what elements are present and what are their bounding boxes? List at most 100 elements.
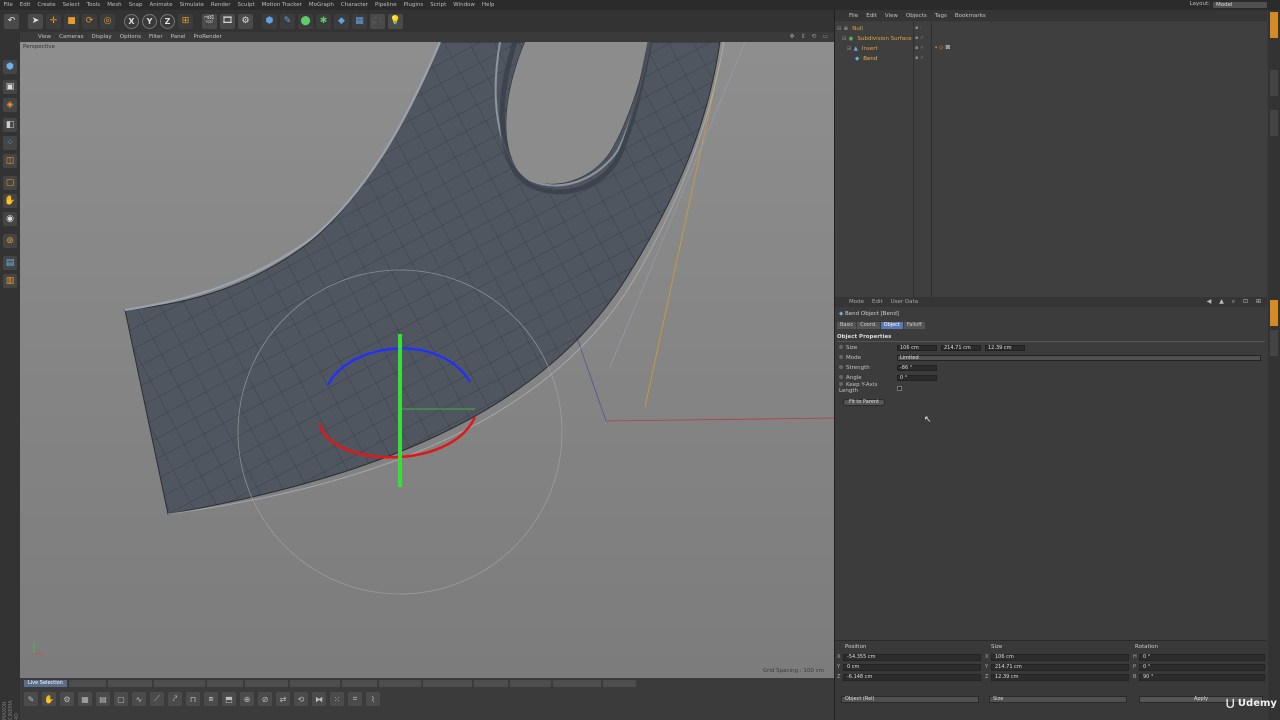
bottom-tab-2[interactable] <box>107 680 152 687</box>
bottom-tab-3[interactable] <box>153 680 205 687</box>
viewport-nav-icons[interactable]: ✥ ⇕ ⟲ ▭ <box>790 33 830 40</box>
menu-item-12[interactable]: MoGraph <box>305 2 337 8</box>
array-icon[interactable]: ⁙ <box>330 692 344 706</box>
bottom-tab-4[interactable] <box>206 680 243 687</box>
bottom-tab-5[interactable] <box>244 680 288 687</box>
am-menu-item-0[interactable]: Mode <box>845 299 868 305</box>
coord-size-select[interactable]: Size <box>989 696 1127 703</box>
scale-icon[interactable]: ■ <box>64 13 79 29</box>
om-menu-item-1[interactable]: Edit <box>862 13 881 19</box>
viewport-menu-item-4[interactable]: Filter <box>145 34 167 40</box>
bottom-tab-1[interactable] <box>68 680 106 687</box>
menu-item-10[interactable]: Sculpt <box>234 2 258 8</box>
bridge-icon[interactable]: ⊓ <box>186 692 200 706</box>
pos-z-field[interactable]: -6.148 cm <box>843 674 981 681</box>
layer-icon[interactable]: ▤ <box>96 692 110 706</box>
spline-icon[interactable]: ⌇ <box>366 692 380 706</box>
rot-h-field[interactable]: 0 ° <box>1139 654 1265 661</box>
bend-flags[interactable]: ▪ ✓ <box>915 55 924 61</box>
attributes-tab[interactable] <box>1270 300 1278 326</box>
mode-select[interactable]: Limited <box>897 355 1261 361</box>
attribute-nav-icons[interactable]: ◀ ▲ ⌕ ⊡ ⊞ <box>1207 298 1264 306</box>
object-row-null[interactable]: ⊟ ⊕ Null <box>837 24 863 33</box>
menu-item-17[interactable]: Window <box>450 2 479 8</box>
menu-item-11[interactable]: Motion Tracker <box>258 2 305 8</box>
material-tag-icon[interactable]: ⬩ ⬦ ⊠ <box>935 44 950 52</box>
object-row-bend[interactable]: ◆ Bend <box>837 54 877 63</box>
menu-item-6[interactable]: Snap <box>125 2 146 8</box>
menu-item-5[interactable]: Mesh <box>104 2 125 8</box>
om-menu-item-2[interactable]: View <box>881 13 902 19</box>
camera-icon[interactable]: 🎥 <box>370 13 385 29</box>
make-editable-icon[interactable]: ⬢ <box>3 60 17 74</box>
bottom-tab-13[interactable] <box>602 680 636 687</box>
bottom-tab-10[interactable] <box>473 680 508 687</box>
render-picture-viewer-icon[interactable]: 🎞 <box>220 13 235 29</box>
snap-icon[interactable]: ⊛ <box>3 234 17 248</box>
bottom-tab-12[interactable] <box>552 680 601 687</box>
menu-item-13[interactable]: Character <box>337 2 371 8</box>
coord-mode-select[interactable]: Object (Rel) <box>841 696 979 703</box>
menu-item-1[interactable]: Edit <box>16 2 34 8</box>
knife-icon[interactable]: ⟋ <box>150 692 164 706</box>
weld-icon[interactable]: ⊕ <box>240 692 254 706</box>
subdivision-icon[interactable]: ⬤ <box>298 13 313 29</box>
object-row-insert[interactable]: ⊟ ▲ Insert <box>837 44 878 53</box>
attribute-tab-coord[interactable]: Coord. <box>857 322 880 329</box>
om-menu-item-4[interactable]: Tags <box>931 13 951 19</box>
gear-icon[interactable]: ⚙ <box>60 692 74 706</box>
layout-select[interactable]: Model <box>1212 1 1268 9</box>
insert-flags[interactable]: ▪ ✓ <box>915 45 924 51</box>
size-y-field[interactable]: 214.71 cm <box>991 664 1129 671</box>
solo-icon[interactable]: ▤ <box>3 256 17 270</box>
bottom-tab-6[interactable] <box>289 680 340 687</box>
polygons-mode-icon[interactable]: ▢ <box>3 176 17 190</box>
angle-field[interactable]: 0 ° <box>897 375 937 381</box>
size-x-field[interactable]: 106 cm <box>897 345 937 351</box>
menu-item-0[interactable]: File <box>0 2 16 8</box>
menu-item-8[interactable]: Simulate <box>176 2 207 8</box>
bottom-tab-7[interactable] <box>341 680 377 687</box>
attribute-tab-falloff[interactable]: Falloff <box>903 322 925 329</box>
menu-item-3[interactable]: Select <box>59 2 83 8</box>
rot-p-field[interactable]: 0 ° <box>1139 664 1265 671</box>
viewport-menu-item-6[interactable]: ProRender <box>190 34 226 40</box>
loop-icon[interactable]: ⟲ <box>294 692 308 706</box>
path-icon[interactable]: ⤤ <box>168 692 182 706</box>
viewport-menu-item-2[interactable]: Display <box>88 34 116 40</box>
pos-x-field[interactable]: -54.355 cm <box>843 654 981 661</box>
spline-pen-icon[interactable]: ✎ <box>280 13 295 29</box>
light-icon[interactable]: 💡 <box>388 13 403 29</box>
cube-icon[interactable]: ⬢ <box>262 13 277 29</box>
menu-item-14[interactable]: Pipeline <box>372 2 401 8</box>
floor-icon[interactable]: ▦ <box>352 13 367 29</box>
size-y-field[interactable]: 214.71 cm <box>941 345 981 351</box>
render-settings-icon[interactable]: ⚙ <box>238 13 253 29</box>
matrix-icon[interactable]: ⌗ <box>348 692 362 706</box>
texture-mode-icon[interactable]: ◈ <box>3 98 17 112</box>
live-selection-icon[interactable]: ➤ <box>28 13 43 29</box>
recent-tools-icon[interactable]: ◎ <box>100 13 115 29</box>
object-row-subdivision[interactable]: ⊟ ◉ Subdivision Surface <box>837 34 912 43</box>
structure-tab[interactable] <box>1270 110 1278 136</box>
attribute-tab-basic[interactable]: Basic <box>837 322 857 329</box>
move-icon[interactable]: ✛ <box>46 13 61 29</box>
curve-icon[interactable]: ∿ <box>132 692 146 706</box>
bevel-icon[interactable]: ⬒ <box>222 692 236 706</box>
tweak-icon[interactable]: ◉ <box>3 212 17 226</box>
bottom-tab-9[interactable] <box>422 680 472 687</box>
dissolve-icon[interactable]: ⊘ <box>258 692 272 706</box>
size-x-field[interactable]: 106 cm <box>991 654 1129 661</box>
coordinate-system-icon[interactable]: ⊞ <box>178 13 193 29</box>
z-axis-lock-icon[interactable]: Z <box>160 13 175 29</box>
size-z-field[interactable]: 12.39 cm <box>985 345 1025 351</box>
attribute-tab-object[interactable]: Object <box>880 322 903 329</box>
mirror-icon[interactable]: ⧓ <box>312 692 326 706</box>
am-menu-item-1[interactable]: Edit <box>868 299 887 305</box>
rot-b-field[interactable]: 90 ° <box>1139 674 1265 681</box>
menu-item-9[interactable]: Render <box>207 2 234 8</box>
bottom-tab-0[interactable]: Live Selection <box>24 680 67 687</box>
layers-tab[interactable] <box>1270 330 1278 356</box>
points-mode-icon[interactable]: ⁘ <box>3 136 17 150</box>
frame-icon[interactable]: ▢ <box>114 692 128 706</box>
